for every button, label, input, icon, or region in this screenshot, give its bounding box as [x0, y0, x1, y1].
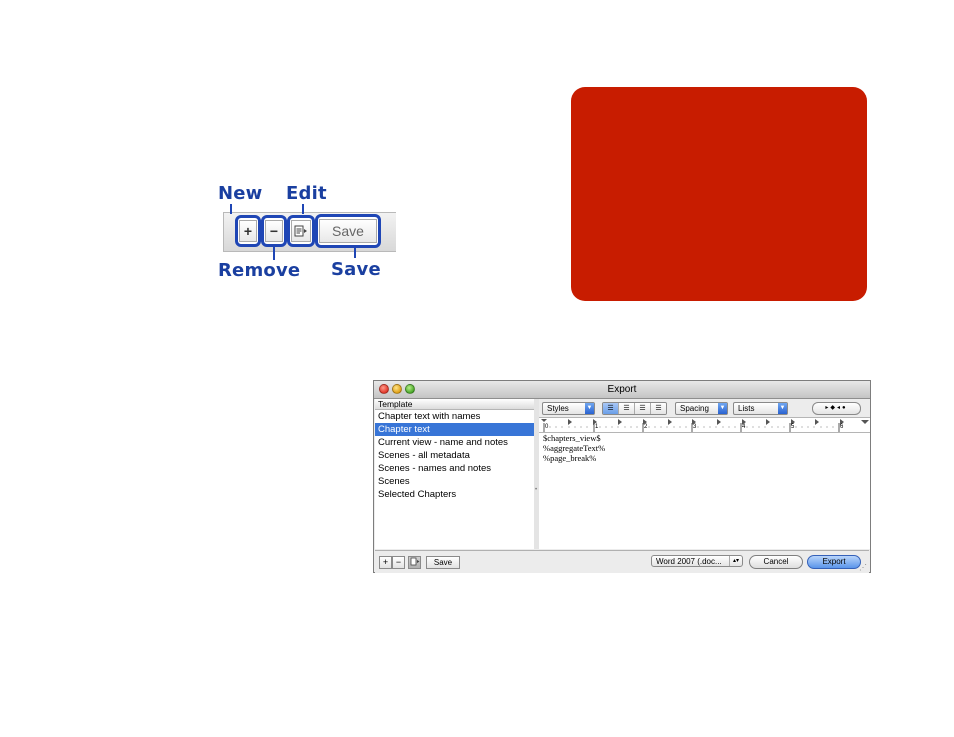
ruler[interactable]: 0 1 2 3 4 5 6	[539, 417, 870, 433]
dropdown-arrow-icon: ▼	[718, 403, 727, 414]
save-button[interactable]: Save	[315, 214, 381, 248]
template-column-header[interactable]: Template	[375, 399, 534, 410]
new-button[interactable]: +	[235, 215, 261, 247]
plus-icon: +	[239, 220, 257, 242]
remove-template-button[interactable]: −	[392, 556, 405, 569]
align-right-icon[interactable]: ☰	[651, 403, 666, 414]
spacing-label: Spacing	[680, 404, 709, 413]
editor-pane: Styles ▼ ☰ ☰ ☰ ☰ Spacing ▼ Lists ▼ ▸◆◂●	[539, 399, 870, 549]
editor-line: %aggregateText%	[543, 443, 606, 453]
editor-line: $chapters_view$	[543, 433, 601, 443]
save-button-text: Save	[319, 219, 377, 243]
format-bar: Styles ▼ ☰ ☰ ☰ ☰ Spacing ▼ Lists ▼ ▸◆◂●	[539, 399, 870, 417]
up-down-arrows-icon: ▴▾	[729, 556, 742, 566]
minus-icon: −	[265, 220, 283, 242]
template-item[interactable]: Current view - name and notes	[375, 436, 534, 449]
edit-template-button[interactable]	[408, 556, 421, 569]
ruler-number: 6	[840, 424, 844, 430]
align-left-icon[interactable]: ☰	[603, 403, 619, 414]
ruler-number: 2	[644, 424, 648, 430]
window-title: Export	[607, 384, 637, 395]
spacing-popup[interactable]: Spacing ▼	[675, 402, 728, 415]
template-item[interactable]: Selected Chapters	[375, 488, 534, 501]
template-item-selected[interactable]: Chapter text	[375, 423, 534, 436]
format-select[interactable]: Word 2007 (.doc... ▴▾	[651, 555, 743, 567]
template-list: Template Chapter text with names Chapter…	[375, 399, 535, 549]
template-item[interactable]: Scenes	[375, 475, 534, 488]
ruler-number: 1	[595, 424, 599, 430]
cancel-button[interactable]: Cancel	[749, 555, 803, 569]
ruler-number: 0	[545, 424, 549, 430]
ruler-number: 4	[742, 424, 746, 430]
lists-popup[interactable]: Lists ▼	[733, 402, 788, 415]
editor-line: %page_break%	[543, 453, 597, 463]
red-highlight-box	[571, 87, 867, 301]
align-justify-icon[interactable]: ☰	[635, 403, 651, 414]
remove-button[interactable]: −	[261, 215, 287, 247]
ruler-number: 5	[791, 424, 795, 430]
template-text-editor[interactable]: $chapters_view$ %aggregateText% %page_br…	[539, 433, 870, 549]
button-callout: New Edit Remove Save + − Save	[215, 180, 396, 281]
remove-connector	[273, 246, 275, 260]
remove-label: Remove	[218, 260, 301, 281]
edit-label: Edit	[286, 183, 327, 204]
new-label: New	[218, 183, 263, 204]
format-select-value: Word 2007 (.doc...	[656, 557, 722, 566]
template-item[interactable]: Chapter text with names	[375, 410, 534, 423]
edit-document-icon	[410, 557, 419, 566]
save-template-button[interactable]: Save	[426, 556, 460, 569]
save-label: Save	[331, 259, 381, 280]
template-item[interactable]: Scenes - names and notes	[375, 462, 534, 475]
styles-label: Styles	[547, 404, 569, 413]
align-center-icon[interactable]: ☰	[619, 403, 635, 414]
new-template-button[interactable]: +	[379, 556, 392, 569]
styles-popup[interactable]: Styles ▼	[542, 402, 595, 415]
template-item[interactable]: Scenes - all metadata	[375, 449, 534, 462]
export-window: Export Template Chapter text with names …	[373, 380, 871, 573]
new-connector	[230, 204, 232, 214]
alignment-group: ☰ ☰ ☰ ☰	[602, 402, 667, 415]
edit-button[interactable]	[287, 215, 315, 247]
edit-connector	[302, 204, 304, 214]
resize-grip-icon[interactable]: ⋰	[859, 563, 868, 572]
export-button[interactable]: Export	[807, 555, 861, 569]
bottom-bar: + − Save Word 2007 (.doc... ▴▾ Cancel Ex…	[375, 550, 869, 573]
title-bar[interactable]: Export	[374, 381, 870, 399]
ruler-ticks	[541, 419, 869, 432]
lists-label: Lists	[738, 404, 755, 413]
dropdown-arrow-icon: ▼	[585, 403, 594, 414]
edit-document-icon	[291, 220, 311, 242]
tab-stops-icon[interactable]: ▸◆◂●	[812, 402, 861, 415]
ruler-number: 3	[693, 424, 697, 430]
dropdown-arrow-icon: ▼	[778, 403, 787, 414]
